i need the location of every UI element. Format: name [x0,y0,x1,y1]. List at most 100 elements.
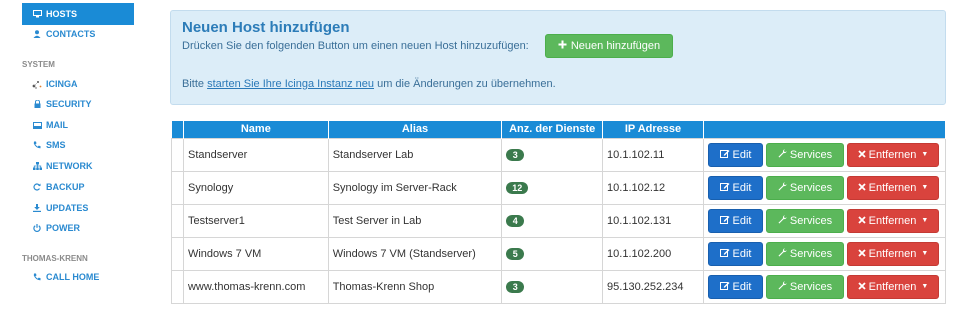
services-button-label: Services [789,247,833,260]
header-alias[interactable]: Alias [328,121,503,138]
edit-button[interactable]: Edit [707,241,763,266]
sidebar-item-mail[interactable]: MAIL [22,115,134,135]
services-button-label: Services [789,148,833,161]
header-name[interactable]: Name [183,121,329,138]
sidebar-item-label: ICINGA [46,79,78,89]
monitor-icon [32,10,42,18]
row-actions: Edit Services Entfernen ▼ [702,137,947,172]
remove-button[interactable]: Entfernen ▼ [846,241,939,266]
add-host-panel: Neuen Host hinzufügen Drücken Sie den fo… [170,10,946,105]
add-host-button[interactable]: Neuen hinzufügen [545,34,673,58]
sidebar-item-hosts[interactable]: HOSTS [22,3,134,25]
close-icon [858,182,866,194]
remove-button[interactable]: Entfernen ▼ [846,208,939,233]
row-blank [171,137,184,172]
edit-button-label: Edit [732,280,752,293]
hosts-table: Name Alias Anz. der Dienste IP Adresse S… [171,121,947,304]
services-button[interactable]: Services [765,274,844,299]
close-icon [858,281,866,293]
add-host-button-label: Neuen hinzufügen [570,40,661,52]
icinga-icon [32,80,42,89]
sidebar-item-label: MAIL [46,120,68,130]
remove-button[interactable]: Entfernen ▼ [846,142,939,167]
host-name: Testserver1 [182,203,329,238]
sidebar-item-network[interactable]: NETWORK [22,156,134,176]
sidebar-item-label: NETWORK [46,161,93,171]
edit-icon [719,248,730,260]
service-count-cell: 12 [501,170,604,205]
edit-button[interactable]: Edit [707,274,763,299]
sidebar-item-call-home[interactable]: CALL HOME [22,267,134,287]
sidebar-item-security[interactable]: SECURITY [22,94,134,114]
caret-down-icon: ▼ [921,184,929,191]
edit-icon [719,281,730,293]
sidebar-item-contacts[interactable]: CONTACTS [22,24,134,44]
sidebar-item-icinga[interactable]: ICINGA [22,74,134,94]
row-actions: Edit Services Entfernen ▼ [702,203,947,238]
edit-button[interactable]: Edit [707,208,763,233]
refresh-icon [32,183,42,191]
download-icon [32,204,42,212]
edit-icon [719,215,730,227]
sidebar-item-sms[interactable]: SMS [22,135,134,155]
services-button[interactable]: Services [765,241,844,266]
host-ip: 95.130.252.234 [602,269,704,304]
services-button-label: Services [789,214,833,227]
host-name: Synology [182,170,329,205]
edit-button-label: Edit [732,148,752,161]
host-alias: Synology im Server-Rack [327,170,503,205]
table-row: www.thomas-krenn.com Thomas-Krenn Shop 3 95… [171,269,947,304]
close-icon [858,215,866,227]
host-alias: Thomas-Krenn Shop [327,269,503,304]
edit-button[interactable]: Edit [707,142,763,167]
row-actions: Edit Services Entfernen ▼ [702,170,947,205]
remove-button[interactable]: Entfernen ▼ [846,175,939,200]
sidebar-item-power[interactable]: POWER [22,218,134,238]
host-ip: 10.1.102.131 [602,203,704,238]
sidebar-item-label: SMS [46,140,66,150]
services-button[interactable]: Services [765,175,844,200]
panel-title: Neuen Host hinzufügen [182,19,350,36]
remove-button-label: Entfernen [868,214,917,227]
service-count-badge: 4 [506,214,525,227]
caret-down-icon: ▼ [921,250,929,257]
table-row: Windows 7 VM Windows 7 VM (Standserver) 5 1… [171,236,947,271]
wrench-icon [778,148,787,161]
services-button[interactable]: Services [765,208,844,233]
host-name: Standserver [182,137,329,172]
remove-button-label: Entfernen [868,148,917,161]
restart-notice: Bitte starten Sie Ihre Icinga Instanz ne… [182,78,556,90]
service-count-badge: 3 [506,148,525,161]
caret-down-icon: ▼ [921,217,929,224]
restart-icinga-link[interactable]: starten Sie Ihre Icinga Instanz neu [207,78,374,90]
edit-button-label: Edit [732,214,752,227]
wrench-icon [778,181,787,194]
service-count-cell: 4 [501,203,604,238]
sidebar-item-label: SECURITY [46,99,92,109]
header-services-count[interactable]: Anz. der Dienste [501,121,604,138]
inbox-icon [32,121,42,129]
wrench-icon [778,214,787,227]
service-count-cell: 3 [501,269,604,304]
caret-down-icon: ▼ [921,283,929,290]
remove-button-label: Entfernen [868,280,917,293]
sidebar-item-label: UPDATES [46,203,89,213]
table-row: Standserver Standserver Lab 3 10.1.102.11 Ed… [171,137,947,172]
section-header-system: SYSTEM [22,60,55,69]
row-blank [171,269,184,304]
header-actions [703,121,947,138]
sidebar-item-updates[interactable]: UPDATES [22,198,134,218]
edit-button[interactable]: Edit [707,175,763,200]
header-ip[interactable]: IP Adresse [602,121,704,138]
host-name: www.thomas-krenn.com [182,269,329,304]
phone-icon [32,273,42,281]
service-count-badge: 5 [506,247,525,260]
sidebar-item-backup[interactable]: BACKUP [22,177,134,197]
remove-button[interactable]: Entfernen ▼ [846,274,939,299]
remove-button-label: Entfernen [868,181,917,194]
edit-icon [719,149,730,161]
section-header-thomas-krenn: THOMAS-KRENN [22,254,88,263]
host-ip: 10.1.102.200 [602,236,704,271]
services-button[interactable]: Services [765,142,844,167]
host-alias: Standserver Lab [327,137,503,172]
